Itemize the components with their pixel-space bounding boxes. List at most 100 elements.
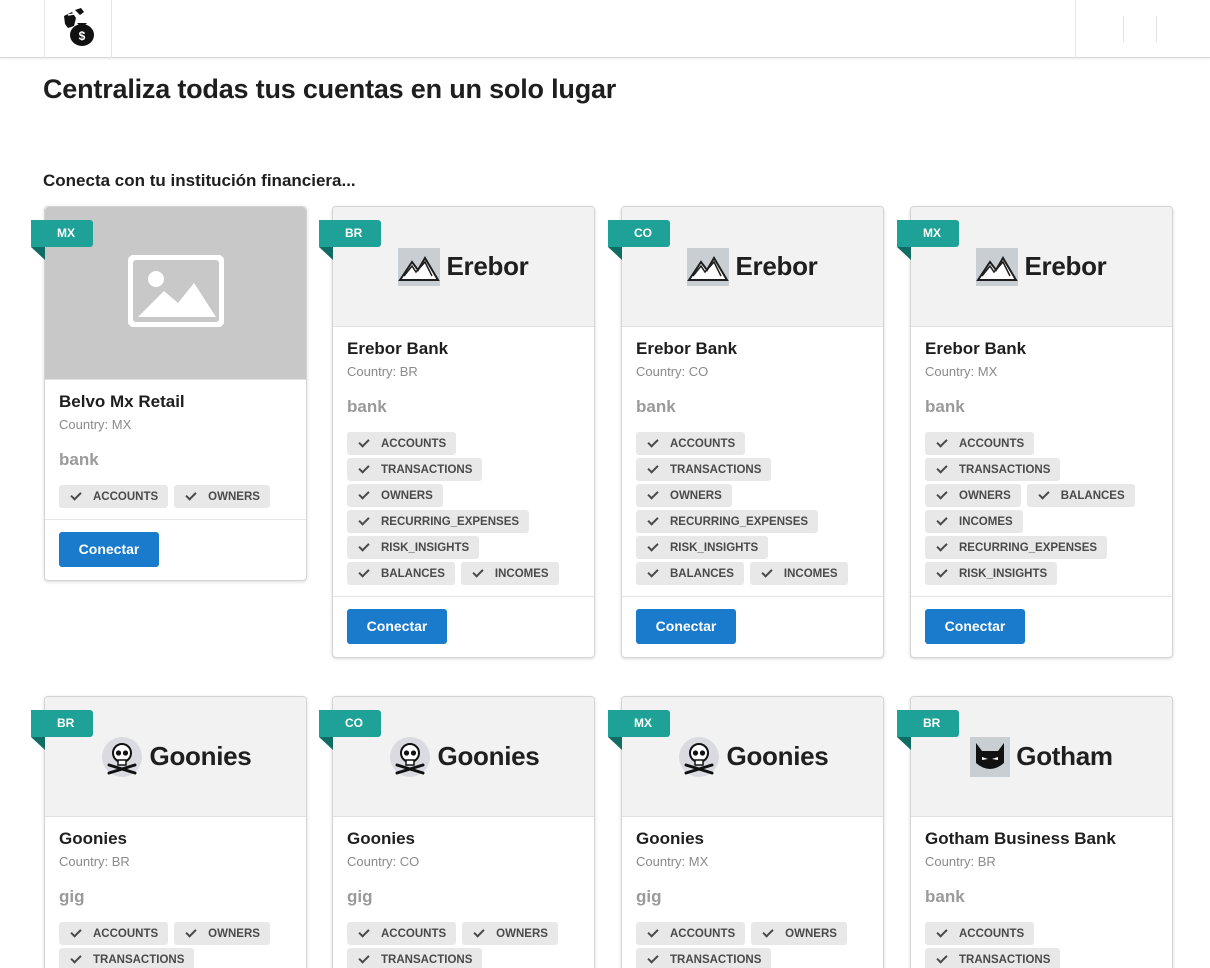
product-tags: ACCOUNTS OWNERS (59, 485, 292, 511)
check-icon (358, 488, 370, 500)
institution-country: Country: BR (347, 364, 418, 379)
product-tag: ACCOUNTS (925, 432, 1035, 455)
mountain-icon (398, 247, 441, 286)
institution-type: bank (59, 450, 99, 469)
check-icon (358, 952, 370, 964)
product-tag-label: ACCOUNTS (959, 437, 1025, 450)
country-ribbon: CO (608, 220, 670, 260)
product-tag-label: RISK_INSIGHTS (959, 567, 1048, 580)
check-icon (185, 926, 197, 938)
product-tag-label: TRANSACTIONS (670, 463, 762, 476)
check-icon (358, 436, 370, 448)
institution-card: Erebor BR Erebor Bank Country: BR bank ACCOUN… (319, 206, 595, 658)
connect-button[interactable]: Conectar (636, 609, 736, 644)
product-tag-label: ACCOUNTS (93, 490, 159, 503)
institution-type: gig (59, 887, 85, 906)
check-icon (472, 566, 484, 578)
product-tag: RISK_INSIGHTS (636, 536, 769, 559)
card-body: Erebor Bank Country: MX bank ACCOUNTS TRANSA… (911, 327, 1172, 596)
section-title: Conecta con tu institución financiera... (43, 171, 356, 190)
image-placeholder-icon (126, 253, 225, 332)
product-tag-label: ACCOUNTS (93, 927, 159, 940)
check-icon (1038, 488, 1050, 500)
app-logo[interactable]: $ (44, 0, 112, 58)
product-tag: OWNERS (174, 922, 270, 945)
topbar-divider (1156, 16, 1157, 42)
institution-country: Country: CO (347, 854, 420, 869)
product-tag-label: TRANSACTIONS (93, 953, 185, 966)
product-tag: RISK_INSIGHTS (925, 562, 1058, 585)
connect-button[interactable]: Conectar (347, 609, 447, 644)
product-tag-label: OWNERS (959, 489, 1011, 502)
check-icon (70, 926, 82, 938)
svg-text:$: $ (79, 29, 86, 43)
product-tag-label: ACCOUNTS (381, 437, 447, 450)
institution-country: Country: MX (59, 417, 132, 432)
product-tag: ACCOUNTS (347, 922, 457, 945)
check-icon (185, 489, 197, 501)
product-tag: ACCOUNTS (59, 485, 169, 508)
product-tag-label: RECURRING_EXPENSES (381, 515, 520, 528)
institution-type: bank (925, 887, 965, 906)
product-tag: TRANSACTIONS (925, 948, 1061, 968)
card-footer: Conectar (333, 596, 594, 657)
check-icon (358, 540, 370, 552)
brand-name: Erebor (1024, 251, 1107, 281)
card-body: Goonies Country: BR gig ACCOUNTS OWNERS TRANS… (45, 817, 306, 968)
check-icon (762, 926, 774, 938)
product-tag: TRANSACTIONS (636, 948, 772, 968)
product-tag-label: INCOMES (783, 567, 838, 580)
product-tag: OWNERS (174, 485, 270, 508)
product-tag: BALANCES (636, 562, 744, 585)
check-icon (761, 566, 773, 578)
connect-button[interactable]: Conectar (925, 609, 1025, 644)
product-tag-label: RISK_INSIGHTS (670, 541, 759, 554)
check-icon (358, 566, 370, 578)
brand-name: Goonies (149, 741, 252, 771)
institution-name: Goonies (636, 829, 705, 848)
institution-type: bank (925, 397, 965, 416)
product-tag-label: INCOMES (959, 515, 1013, 528)
institution-card: MX Belvo Mx Retail Country: MX bank ACCOUNTS… (31, 206, 307, 581)
product-tag-label: RECURRING_EXPENSES (670, 515, 809, 528)
country-ribbon: BR (31, 710, 93, 750)
product-tag: RECURRING_EXPENSES (636, 510, 819, 533)
connect-button[interactable]: Conectar (59, 532, 159, 567)
product-tag: OWNERS (636, 484, 732, 507)
brand-name: Erebor (446, 251, 529, 281)
product-tags: ACCOUNTS TRANSACTIONS OWNERS RECURRING_EXPE… (347, 432, 580, 588)
product-tag-label: BALANCES (670, 567, 734, 580)
institution-type: gig (347, 887, 373, 906)
brand-name: Goonies (437, 741, 540, 771)
product-tag: ACCOUNTS (925, 922, 1035, 945)
check-icon (936, 926, 948, 938)
product-tag: OWNERS (462, 922, 558, 945)
product-tag-label: RISK_INSIGHTS (381, 541, 470, 554)
product-tag: OWNERS (925, 484, 1021, 507)
top-navbar: $ (0, 0, 1210, 58)
product-tag-label: BALANCES (1060, 489, 1125, 502)
check-icon (358, 462, 370, 474)
product-tag-label: ACCOUNTS (959, 927, 1025, 940)
check-icon (647, 436, 659, 448)
product-tags: ACCOUNTS TRANSACTIONS OWNERS BALANCES INCOME… (925, 432, 1158, 588)
skull-icon (100, 735, 144, 779)
product-tag-label: TRANSACTIONS (381, 463, 473, 476)
skull-icon (388, 735, 432, 779)
product-tag: ACCOUNTS (59, 922, 169, 945)
product-tag-label: ACCOUNTS (670, 437, 736, 450)
institution-name: Erebor Bank (347, 339, 449, 358)
card-footer: Conectar (911, 596, 1172, 657)
check-icon (647, 514, 659, 526)
card-body: Erebor Bank Country: BR bank ACCOUNTS TRANSA… (333, 327, 594, 596)
product-tag: RECURRING_EXPENSES (925, 536, 1108, 559)
product-tag-label: ACCOUNTS (670, 927, 736, 940)
check-icon (647, 488, 659, 500)
product-tag: OWNERS (347, 484, 443, 507)
mountain-icon (976, 247, 1019, 286)
product-tag-label: INCOMES (494, 567, 549, 580)
institution-card: Goonies MX Goonies Country: MX gig ACCOUNTS OW… (608, 696, 884, 968)
check-icon (936, 488, 948, 500)
brand-logo: Gotham (970, 736, 1113, 777)
product-tag: INCOMES (460, 562, 559, 585)
